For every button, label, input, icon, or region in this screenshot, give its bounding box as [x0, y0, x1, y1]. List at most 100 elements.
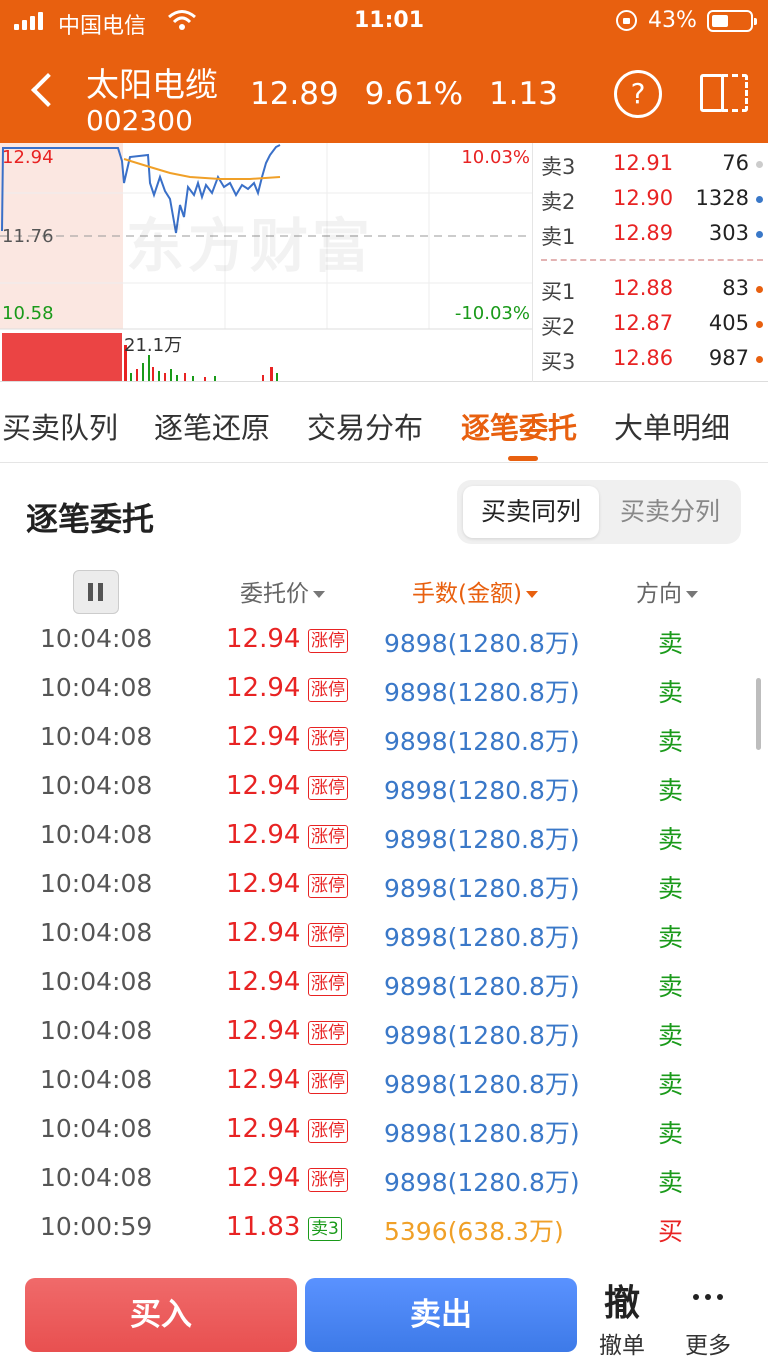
order-row[interactable]: 10:04:08 12.94 涨停 9898(1280.8万) 卖 [0, 1057, 768, 1106]
order-time: 10:04:08 [40, 771, 153, 800]
order-row[interactable]: 10:04:08 12.94 涨停 9898(1280.8万) 卖 [0, 1106, 768, 1155]
section-title: 逐笔委托 [26, 500, 155, 538]
more-label: 更多 [685, 1333, 731, 1359]
column-direction[interactable]: 方向 [636, 574, 698, 608]
order-amount: 9898(1280.8万) [384, 1070, 580, 1099]
column-amount[interactable]: 手数(金额) [412, 574, 538, 608]
cancel-icon: 撤 [603, 1283, 640, 1324]
order-row[interactable]: 10:04:08 12.94 涨停 9898(1280.8万) 卖 [0, 763, 768, 812]
bid-price: 12.87 [613, 311, 674, 335]
pause-button[interactable] [73, 570, 119, 614]
chart-area: 东方财富 12.94 11.76 10.58 10.03% -10.03% 21… [0, 143, 768, 382]
column-price[interactable]: 委托价 [240, 574, 325, 608]
clock: 11:01 [354, 8, 425, 33]
bid-row: 买1 12.88 83 [533, 272, 768, 304]
order-row[interactable]: 10:04:08 12.94 涨停 9898(1280.8万) 卖 [0, 714, 768, 763]
more-button[interactable]: 更多 [668, 1274, 748, 1360]
order-amount: 9898(1280.8万) [384, 825, 580, 854]
volume-bars-premarket [2, 333, 122, 381]
column-price-label: 委托价 [240, 581, 309, 607]
order-direction: 卖 [658, 1119, 684, 1148]
order-direction: 卖 [658, 1021, 684, 1050]
order-amount: 9898(1280.8万) [384, 874, 580, 903]
quote: 12.89 9.61% 1.13 [250, 76, 574, 112]
bid-dot-icon [756, 356, 763, 363]
ask-volume: 303 [708, 221, 749, 245]
order-tag: 涨停 [308, 776, 348, 800]
order-row[interactable]: 10:04:08 12.94 涨停 9898(1280.8万) 卖 [0, 861, 768, 910]
tab-order-queue[interactable]: 买卖队列 [2, 405, 118, 447]
order-time: 10:04:08 [40, 624, 153, 653]
order-direction: 卖 [658, 1070, 684, 1099]
ask-volume: 76 [722, 151, 749, 175]
intraday-chart[interactable]: 东方财富 12.94 11.76 10.58 10.03% -10.03% 21… [0, 143, 532, 382]
order-direction: 卖 [658, 678, 684, 707]
ask-price: 12.89 [613, 221, 674, 245]
order-row[interactable]: 10:04:08 12.94 涨停 9898(1280.8万) 卖 [0, 616, 768, 665]
order-tag: 涨停 [308, 727, 348, 751]
order-price: 11.83 [226, 1212, 301, 1242]
signal-icon [14, 12, 43, 30]
order-tag: 涨停 [308, 678, 348, 702]
tab-trade-distribution[interactable]: 交易分布 [307, 405, 423, 447]
column-direction-label: 方向 [636, 581, 682, 607]
ask-row: 卖3 12.91 76 [533, 147, 768, 179]
order-direction: 卖 [658, 776, 684, 805]
sort-caret-icon [313, 591, 325, 598]
cancel-order-button[interactable]: 撤 撤单 [582, 1274, 662, 1360]
order-tag: 涨停 [308, 1070, 348, 1094]
order-time: 10:04:08 [40, 673, 153, 702]
sort-caret-icon [686, 591, 698, 598]
order-amount: 9898(1280.8万) [384, 1168, 580, 1197]
tab-tick-restore[interactable]: 逐笔还原 [154, 405, 270, 447]
change-percent: 9.61% [364, 76, 464, 112]
switch-view-icon[interactable] [698, 70, 750, 114]
ask-level: 卖1 [541, 225, 576, 249]
help-button[interactable]: ? [614, 70, 662, 118]
order-price: 12.94 [226, 1163, 301, 1193]
order-price: 12.94 [226, 673, 301, 703]
order-tag: 卖3 [308, 1217, 342, 1241]
last-price: 12.89 [250, 76, 339, 112]
ask-price: 12.90 [613, 186, 674, 210]
scrollbar[interactable] [756, 678, 761, 750]
order-time: 10:04:08 [40, 869, 153, 898]
order-price: 12.94 [226, 1114, 301, 1144]
sell-button[interactable]: 卖出 [305, 1278, 577, 1352]
volume-label: 21.1万 [124, 335, 183, 356]
order-time: 10:04:08 [40, 820, 153, 849]
tab-tick-orders[interactable]: 逐笔委托 [461, 405, 577, 447]
column-amount-label: 手数(金额) [412, 581, 522, 607]
order-row[interactable]: 10:04:08 12.94 涨停 9898(1280.8万) 卖 [0, 910, 768, 959]
order-tag: 涨停 [308, 629, 348, 653]
order-row[interactable]: 10:04:08 12.94 涨停 9898(1280.8万) 卖 [0, 1155, 768, 1204]
order-tag: 涨停 [308, 1168, 348, 1192]
chart-ref-price: 11.76 [2, 226, 54, 247]
order-price: 12.94 [226, 1016, 301, 1046]
buy-button[interactable]: 买入 [25, 1278, 297, 1352]
tab-large-orders[interactable]: 大单明细 [614, 405, 730, 447]
orderbook[interactable]: 卖3 12.91 76 卖2 12.90 1328 卖1 12.89 303 买… [532, 143, 768, 382]
bid-row: 买3 12.86 987 [533, 342, 768, 374]
bid-volume: 987 [708, 346, 749, 370]
chart-low-price: 10.58 [2, 303, 54, 324]
order-direction: 卖 [658, 1168, 684, 1197]
order-list[interactable]: 10:04:08 12.94 涨停 9898(1280.8万) 卖 10:04:08 12.… [0, 616, 768, 1256]
order-direction: 卖 [658, 629, 684, 658]
ask-dot-icon [756, 196, 763, 203]
order-tag: 涨停 [308, 874, 348, 898]
order-row[interactable]: 10:04:08 12.94 涨停 9898(1280.8万) 卖 [0, 665, 768, 714]
order-row[interactable]: 10:00:59 11.83 卖3 5396(638.3万) 买 [0, 1204, 768, 1253]
order-row[interactable]: 10:04:08 12.94 涨停 9898(1280.8万) 卖 [0, 1008, 768, 1057]
chart-high-pct: 10.03% [461, 147, 530, 168]
stock-code: 002300 [86, 104, 193, 137]
order-row[interactable]: 10:04:08 12.94 涨停 9898(1280.8万) 卖 [0, 959, 768, 1008]
order-time: 10:04:08 [40, 722, 153, 751]
ask-price: 12.91 [613, 151, 674, 175]
toggle-same-column[interactable]: 买卖同列 [463, 486, 599, 538]
back-button[interactable] [22, 68, 66, 118]
toggle-split-column[interactable]: 买卖分列 [605, 486, 735, 538]
order-row[interactable]: 10:04:08 12.94 涨停 9898(1280.8万) 卖 [0, 812, 768, 861]
sort-caret-icon [525, 591, 538, 598]
rotation-lock-icon [616, 10, 637, 31]
